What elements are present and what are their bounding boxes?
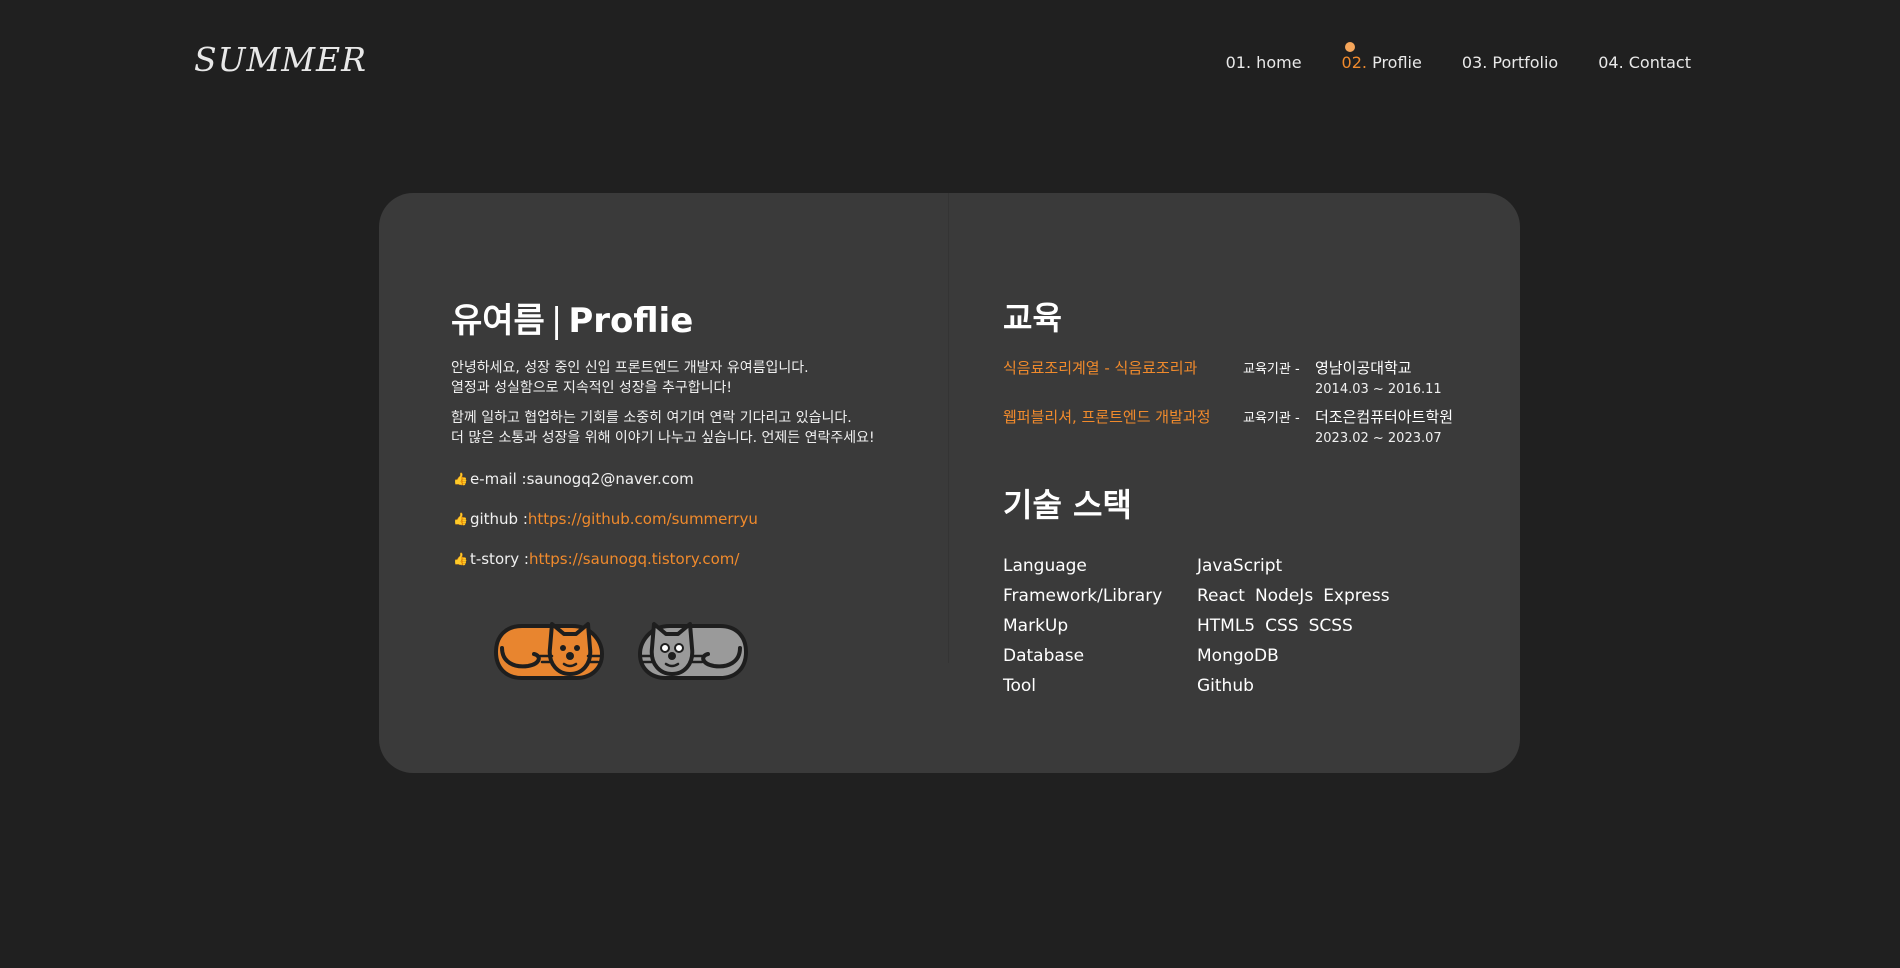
stack-items: React NodeJs Express [1197, 586, 1390, 606]
profile-heading: 유여름 | Proflie [451, 293, 693, 342]
gray-cat-icon [637, 622, 749, 680]
orange-cat-icon [493, 622, 605, 680]
stack-item: Express [1323, 586, 1390, 606]
contact-label: t-story : [469, 550, 529, 568]
thumbs-up-icon: 👍 [453, 552, 468, 566]
stack-row-markup: MarkUp HTML5 CSS SCSS [1003, 611, 1390, 641]
stack-row-tool: Tool Github [1003, 671, 1390, 701]
intro-paragraph-1: 안녕하세요, 성장 중인 신입 프론트엔드 개발자 유여름입니다. 열정과 성실… [451, 358, 809, 398]
contact-github: 👍 github : https://github.com/summerryu [453, 510, 758, 528]
thumbs-up-icon: 👍 [453, 472, 468, 486]
stack-item: JavaScript [1197, 556, 1283, 576]
contact-tistory: 👍 t-story : https://saunogq.tistory.com/ [453, 550, 739, 568]
site-logo[interactable]: SUMMER [194, 40, 367, 79]
stack-category: MarkUp [1003, 616, 1069, 636]
stack-category: Framework/Library [1003, 586, 1163, 606]
stack-row-language: Language JavaScript [1003, 551, 1390, 581]
intro-line: 더 많은 소통과 성장을 위해 이야기 나누고 싶습니다. 언제든 연락주세요! [451, 430, 875, 446]
tech-stack-table: Language JavaScript Framework/Library Re… [1003, 551, 1390, 701]
nav-number: 01. [1225, 53, 1252, 72]
education-school: 더조은컴퓨터아트학원 [1315, 408, 1454, 426]
contact-email: 👍 e-mail : saunogq2@naver.com [453, 470, 694, 488]
email-value: saunogq2@naver.com [526, 470, 694, 488]
education-period: 2023.02 ~ 2023.07 [1315, 431, 1442, 446]
contact-label: github : [469, 510, 528, 528]
stack-item: MongoDB [1197, 646, 1279, 666]
nav-item-profile[interactable]: 02. Proflie [1341, 42, 1422, 72]
stack-category: Database [1003, 646, 1085, 666]
stack-items: Github [1197, 676, 1254, 696]
education-institution-label: 교육기관 - [1243, 362, 1300, 377]
stack-items: MongoDB [1197, 646, 1279, 666]
nav-label: Contact [1628, 53, 1691, 72]
tech-stack-heading: 기술 스택 [1003, 486, 1132, 524]
contact-label: e-mail : [469, 470, 527, 488]
profile-name: 유여름 [451, 301, 545, 341]
profile-title-text: Proflie [568, 301, 694, 341]
education-school: 영남이공대학교 [1315, 359, 1412, 377]
intro-paragraph-2: 함께 일하고 협업하는 기회를 소중히 여기며 연락 기다리고 있습니다. 더 … [451, 408, 875, 448]
github-link[interactable]: https://github.com/summerryu [528, 510, 758, 528]
tistory-link[interactable]: https://saunogq.tistory.com/ [529, 550, 739, 568]
stack-item: CSS [1265, 616, 1299, 636]
stack-item: React [1197, 586, 1245, 606]
stack-category: Tool [1003, 676, 1037, 696]
nav-item-contact[interactable]: 04. Contact [1598, 53, 1691, 72]
cat-illustrations [492, 618, 750, 682]
stack-item: Github [1197, 676, 1254, 696]
stack-item: SCSS [1308, 616, 1353, 636]
site-header: SUMMER 01. home 02. Proflie 03. Portfoli… [0, 0, 1900, 130]
stack-items: HTML5 CSS SCSS [1197, 616, 1353, 636]
nav-item-home[interactable]: 01. home [1226, 53, 1302, 72]
column-divider [948, 193, 949, 663]
nav-item-portfolio[interactable]: 03. Portfolio [1462, 53, 1558, 72]
stack-items: JavaScript [1197, 556, 1282, 576]
thumbs-up-icon: 👍 [453, 512, 468, 526]
intro-line: 함께 일하고 협업하는 기회를 소중히 여기며 연락 기다리고 있습니다. [451, 410, 852, 426]
education-course: 웹퍼블리셔, 프론트엔드 개발과정 [1003, 408, 1211, 426]
stack-item: NodeJs [1254, 586, 1314, 606]
nav-number: 02. [1341, 53, 1367, 72]
nav-number: 03. [1461, 53, 1488, 72]
intro-line: 안녕하세요, 성장 중인 신입 프론트엔드 개발자 유여름입니다. [451, 360, 809, 376]
main-nav: 01. home 02. Proflie 03. Portfolio 04. C… [1226, 42, 1691, 72]
stack-row-database: Database MongoDB [1003, 641, 1390, 671]
nav-label: Proflie [1372, 53, 1422, 72]
nav-label: home [1256, 53, 1302, 72]
title-separator: | [550, 301, 563, 341]
nav-number: 04. [1598, 53, 1624, 72]
active-indicator-dot [1344, 42, 1355, 52]
stack-row-framework: Framework/Library React NodeJs Express [1003, 581, 1390, 611]
intro-line: 열정과 성실함으로 지속적인 성장을 추구합니다! [451, 380, 733, 396]
education-course: 식음료조리계열 - 식음료조리과 [1003, 359, 1198, 377]
stack-item: HTML5 [1197, 616, 1256, 636]
education-heading: 교육 [1003, 299, 1062, 337]
stack-category: Language [1003, 556, 1087, 576]
education-period: 2014.03 ~ 2016.11 [1315, 382, 1442, 397]
education-institution-label: 교육기관 - [1243, 411, 1300, 426]
profile-card: 유여름 | Proflie 안녕하세요, 성장 중인 신입 프론트엔드 개발자 유여… [379, 193, 1520, 773]
nav-label: Portfolio [1492, 53, 1559, 72]
